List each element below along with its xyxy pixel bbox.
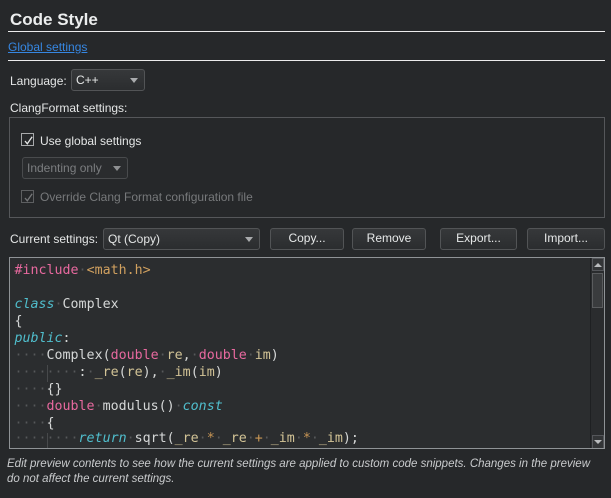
export-button[interactable]: Export... xyxy=(440,228,517,250)
chevron-down-icon xyxy=(113,166,121,171)
help-note-line1: Edit preview contents to see how the cur… xyxy=(7,458,590,470)
help-note-line2: do not affect the current settings. xyxy=(7,473,175,485)
code-line: ········return·sqrt(_re·*·_re·+·_im·*·_i… xyxy=(15,430,591,447)
code-line: ········:·_re(re),·_im(im) xyxy=(15,364,591,381)
code-line: #include·<math.h> xyxy=(15,262,591,279)
code-line: ····Complex(double·re,·double·im) xyxy=(15,347,591,364)
scrollbar-down-button[interactable] xyxy=(592,435,604,448)
code-preview-editor[interactable]: #include·<math.h> class·Complex{public:·… xyxy=(9,257,605,449)
code-preview-text[interactable]: #include·<math.h> class·Complex{public:·… xyxy=(10,258,590,448)
copy-button[interactable]: Copy... xyxy=(270,228,344,250)
clangformat-settings-label: ClangFormat settings: xyxy=(10,101,127,115)
title-separator xyxy=(8,31,605,32)
code-line: class·Complex xyxy=(15,296,591,313)
code-line: ····{} xyxy=(15,381,591,398)
indent-guide xyxy=(47,433,48,449)
code-line: public: xyxy=(15,330,591,347)
triangle-down-icon xyxy=(594,440,602,444)
global-settings-link[interactable]: Global settings xyxy=(8,40,87,54)
checkmark-icon xyxy=(22,191,35,204)
language-label: Language: xyxy=(10,74,67,88)
language-combobox-value: C++ xyxy=(76,73,99,87)
code-style-settings-page: Code Style Global settings Language: C++… xyxy=(0,0,611,498)
use-global-settings-label[interactable]: Use global settings xyxy=(40,134,141,148)
use-global-settings-checkbox[interactable] xyxy=(21,133,34,146)
chevron-down-icon xyxy=(130,78,138,83)
scrollbar-up-button[interactable] xyxy=(592,258,604,271)
code-line xyxy=(15,279,591,296)
page-title: Code Style xyxy=(10,10,98,30)
editor-scrollbar[interactable] xyxy=(590,258,604,448)
language-combobox[interactable]: C++ xyxy=(71,69,145,91)
indenting-combobox-value: Indenting only xyxy=(27,161,102,175)
current-settings-combobox[interactable]: Qt (Copy) xyxy=(103,228,260,250)
override-clangformat-checkbox xyxy=(21,190,34,203)
import-button[interactable]: Import... xyxy=(527,228,605,250)
checkmark-icon xyxy=(22,134,35,147)
remove-button[interactable]: Remove xyxy=(352,228,426,250)
current-settings-combobox-value: Qt (Copy) xyxy=(108,232,160,246)
header-separator xyxy=(8,60,605,61)
indent-guide xyxy=(47,365,48,382)
code-line: ····double·modulus()·const xyxy=(15,398,591,415)
code-line: { xyxy=(15,313,591,330)
chevron-down-icon xyxy=(245,237,253,242)
clangformat-groupbox: Use global settings Indenting only Overr… xyxy=(9,117,605,218)
scrollbar-thumb[interactable] xyxy=(592,273,603,308)
current-settings-label: Current settings: xyxy=(10,232,98,246)
override-clangformat-label: Override Clang Format configuration file xyxy=(40,190,253,204)
indenting-combobox: Indenting only xyxy=(22,157,128,179)
triangle-up-icon xyxy=(594,263,602,267)
